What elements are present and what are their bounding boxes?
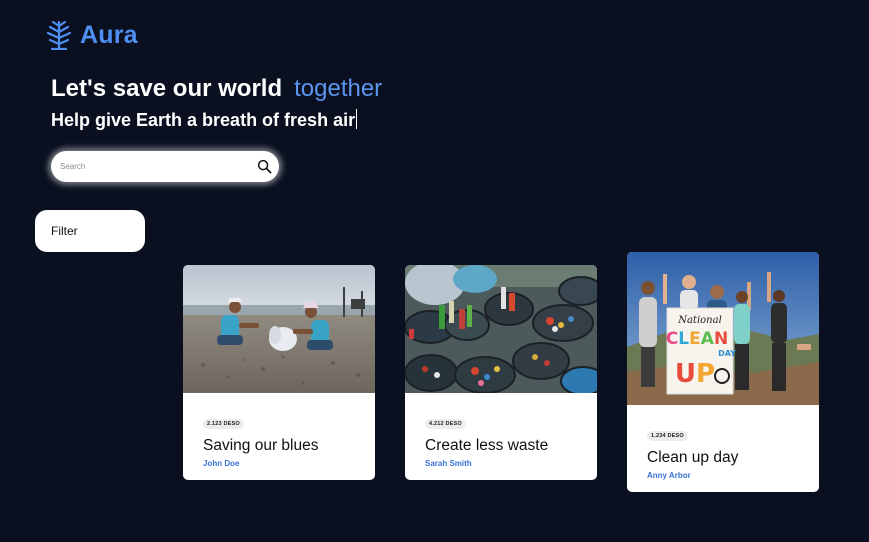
leaf-icon (46, 20, 72, 50)
sign-text-clean: CLEAN (666, 329, 728, 349)
sign-text-day: DAY (718, 349, 736, 358)
page: Aura Let's save our world together Help g… (0, 0, 869, 542)
sign-text-national: National (677, 315, 722, 326)
hero-title: Let's save our world together (51, 75, 382, 103)
search-input[interactable] (60, 162, 240, 171)
price-badge: 2.123 DESO (203, 419, 244, 429)
beach-cleanup-photo (183, 265, 375, 393)
card-body: 1.234 DESO Clean up day Anny Arbor (627, 405, 819, 480)
search-bar (51, 151, 279, 182)
card-author-link[interactable]: Sarah Smith (425, 459, 577, 468)
clean-up-day-group-photo: National CLEAN DAY UP (627, 252, 819, 405)
sign-text-up: UP (675, 359, 715, 389)
card-body: 2.123 DESO Saving our blues John Doe (183, 393, 375, 468)
card-title: Saving our blues (203, 437, 319, 454)
price-badge: 1.234 DESO (647, 431, 688, 441)
recycling-buckets-photo (405, 265, 597, 393)
project-card[interactable]: 2.123 DESO Saving our blues John Doe (183, 265, 375, 480)
card-body: 4.212 DESO Create less waste Sarah Smith (405, 393, 597, 468)
card-author-link[interactable]: John Doe (203, 459, 355, 468)
filter-button[interactable]: Filter (35, 210, 145, 252)
hero-subtitle: Help give Earth a breath of fresh air (51, 109, 358, 131)
brand-name: Aura (80, 20, 138, 49)
brand[interactable]: Aura (46, 20, 138, 50)
hero-subtitle-text: Help give Earth a breath of fresh air (51, 110, 356, 130)
search-icon[interactable] (257, 159, 272, 174)
card-author-link[interactable]: Anny Arbor (647, 471, 799, 480)
project-card[interactable]: National CLEAN DAY UP 1.234 DESO Clean u… (627, 252, 819, 492)
hero-title-main: Let's save our world (51, 75, 283, 102)
price-badge: 4.212 DESO (425, 419, 466, 429)
text-caret (356, 109, 358, 129)
hero-title-accent: together (294, 75, 383, 102)
card-title: Create less waste (425, 437, 549, 454)
card-title: Clean up day (647, 449, 739, 466)
project-card[interactable]: 4.212 DESO Create less waste Sarah Smith (405, 265, 597, 480)
